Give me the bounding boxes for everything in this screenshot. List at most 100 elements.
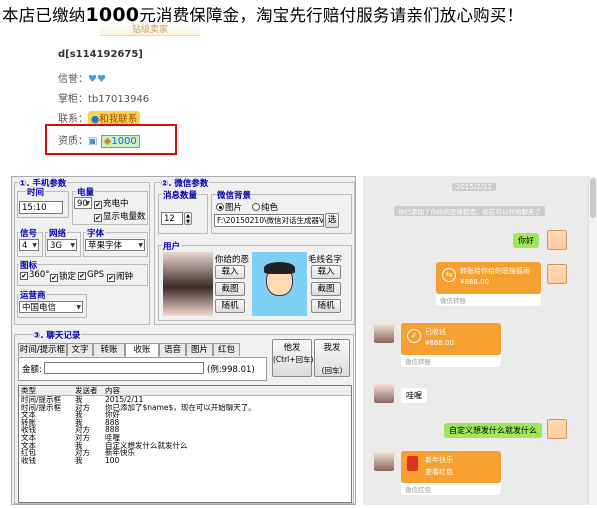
redpacket-foot: 微信红包 xyxy=(401,483,501,495)
table-row[interactable]: 收钱 我 100 xyxy=(19,457,351,465)
font-select[interactable]: 苹果字体 xyxy=(85,239,145,251)
battery-select[interactable]: 90 xyxy=(74,197,92,209)
unread-spinner[interactable]: ▲ ▼ xyxy=(184,212,192,225)
scrollbar-thumb[interactable] xyxy=(590,178,596,218)
chat-records-title: ③. 聊天记录 xyxy=(32,329,82,341)
unread-label: 消息数量 xyxy=(162,189,199,201)
cell-sender: 我 xyxy=(75,455,83,465)
signal-label: 信号 xyxy=(19,227,39,239)
choose-file-button[interactable]: 选 xyxy=(325,213,339,228)
check-icon: ✔ xyxy=(94,201,102,209)
seller-level-banner: 钻级卖家 xyxy=(100,22,200,36)
my-load-button[interactable]: 载入 xyxy=(311,265,341,279)
partner-load-button[interactable]: 载入 xyxy=(215,265,245,279)
icon-360-checkbox[interactable]: ✔ 360° xyxy=(20,270,49,280)
cell-type: 收钱 xyxy=(21,455,36,465)
system-notice: 你已添加了你给的恶搜狐雨，现在可以开始聊天了 xyxy=(394,206,545,216)
my-screenshot-button[interactable]: 截图 xyxy=(311,282,341,296)
contact-button[interactable]: ●和我联系 xyxy=(88,111,141,125)
tab-text[interactable]: 文字 xyxy=(67,343,93,356)
partner-name-label: 你给的恶 xyxy=(215,255,250,265)
shopkeeper-row: 掌柜：tb17013946 xyxy=(58,94,150,105)
my-name-label: 毛线名字 xyxy=(308,255,343,265)
hair-icon xyxy=(264,262,295,274)
amount-hint: (例:998.01) xyxy=(207,365,255,375)
table-body: 时间/提示框我 2015/2/11 时间/提示框 对方 你已添加了$name$，现在可以… xyxy=(19,396,351,464)
tab-transfer[interactable]: 转账 xyxy=(93,343,125,356)
partner-avatar-icon xyxy=(374,451,394,471)
check-icon: ✔ xyxy=(94,214,102,222)
heart-icon: ♥♥ xyxy=(88,74,106,85)
carrier-label: 运营商 xyxy=(19,289,47,301)
send-other-button[interactable]: 他发 (Ctrl+回车) xyxy=(272,339,313,377)
table-row[interactable]: 文本我自定义想发什么就发什么 xyxy=(19,441,351,450)
amount-label: 金额: xyxy=(22,365,42,375)
partner-screenshot-button[interactable]: 截图 xyxy=(215,282,245,296)
cell-content: 100 xyxy=(105,455,120,465)
bg-solid-radio[interactable]: 纯色 xyxy=(252,201,278,213)
date-stamp: 2015/2/11 xyxy=(452,183,496,191)
chat-record-table[interactable]: 类型 发送者 内容 时间/提示框我 2015/2/11 时间/提示框 对方 你已添加了$… xyxy=(18,385,352,503)
icon-lock-checkbox[interactable]: ✔ 锁定 xyxy=(50,270,76,282)
shopkeeper-name[interactable]: tb17013946 xyxy=(88,94,149,105)
highlight-box xyxy=(45,124,177,155)
background-label: 微信背景 xyxy=(216,189,253,201)
network-label: 网络 xyxy=(48,227,68,239)
contact-row: 联系： ●和我联系 xyxy=(58,110,141,125)
wechat-generator-window: ①. 手机参数 时间 15:10 电量 90 ✔充电中 ✔显示电量数 信号 4 … xyxy=(11,176,356,505)
network-select[interactable]: 3G xyxy=(47,239,77,251)
icon-alarm-checkbox[interactable]: ✔ 闹钟 xyxy=(107,270,133,282)
tab-redpacket[interactable]: 红包 xyxy=(213,343,240,356)
tab-image[interactable]: 图片 xyxy=(186,343,213,356)
carrier-select[interactable]: 中国电信 xyxy=(19,301,83,313)
table-row[interactable]: 收钱 对方 888 xyxy=(19,426,351,434)
bg-path-input[interactable]: F:\20150210\微信对话生成器V xyxy=(214,214,324,227)
tab-receive[interactable]: 收账 xyxy=(125,343,159,357)
unread-input[interactable]: 12 xyxy=(161,212,183,225)
table-row[interactable]: 文本我你好 xyxy=(19,411,351,419)
transfer-foot-me: 微信转账 xyxy=(436,294,541,306)
my-avatar xyxy=(252,252,307,316)
partner-avatar-icon xyxy=(374,323,394,343)
check-circle-icon: ✓ xyxy=(407,329,421,343)
tab-time-tip[interactable]: 时间/提示框 xyxy=(18,343,67,356)
show-battery-checkbox[interactable]: ✔ 显示电量数 xyxy=(94,210,146,222)
received-card: ✓ 已收钱 ¥888.00 xyxy=(401,323,501,355)
table-row[interactable]: 红包 对方 新年快乐 xyxy=(19,449,351,457)
font-label: 字体 xyxy=(86,227,106,239)
amount-input[interactable] xyxy=(44,362,204,374)
wechat-params-title: ②. 微信参数 xyxy=(160,177,210,189)
redpacket-card: 新年快乐 查看红包 xyxy=(401,451,501,483)
table-row[interactable]: 转账我 888 xyxy=(19,419,351,427)
tab-voice[interactable]: 语音 xyxy=(159,343,186,356)
my-avatar-icon xyxy=(547,230,567,250)
bg-image-radio[interactable]: 图片 xyxy=(216,201,242,213)
my-avatar-icon xyxy=(547,419,567,439)
partner-random-button[interactable]: 随机 xyxy=(215,299,245,313)
transfer-card-me: ⇆ 转账给你给的恶搜狐雨 ¥888.00 xyxy=(436,262,541,294)
send-me-button[interactable]: 我发 (回车) xyxy=(314,339,350,377)
message-custom: 自定义想发什么就发什么 xyxy=(444,423,542,438)
record-tabs: 时间/提示框 文字 转账 收账 语音 图片 红包 xyxy=(18,343,268,357)
credit-row: 信誉：♥♥ xyxy=(58,74,106,85)
redpacket-icon xyxy=(407,456,418,471)
time-input[interactable]: 15:10 xyxy=(19,201,63,214)
table-row[interactable]: 时间/提示框 对方 你已添加了$name$，现在可以开始聊天了。 xyxy=(19,402,351,412)
seller-name: d[s114192675] xyxy=(58,49,143,60)
charging-checkbox[interactable]: ✔ 充电中 xyxy=(94,197,129,209)
table-header: 类型 发送者 内容 xyxy=(19,386,351,396)
chat-preview: 2015/2/11 你已添加了你给的恶搜狐雨，现在可以开始聊天了 你好 ⇆ 转账… xyxy=(363,176,597,505)
user-label: 用户 xyxy=(162,240,182,252)
message-hello: 你好 xyxy=(513,233,539,248)
received-foot: 微信转账 xyxy=(401,355,501,367)
time-label: 时间 xyxy=(26,186,46,198)
message-wow: 哇喔 xyxy=(401,388,427,403)
partner-avatar xyxy=(163,252,213,316)
signal-select[interactable]: 4 xyxy=(19,239,39,251)
cell-content: 你已添加了$name$，现在可以开始聊天了。 xyxy=(105,402,256,412)
partner-avatar-icon xyxy=(374,383,394,403)
my-avatar-icon xyxy=(547,264,567,284)
my-random-button[interactable]: 随机 xyxy=(311,299,341,313)
icon-gps-checkbox[interactable]: ✔ GPS xyxy=(78,270,104,280)
scrollbar[interactable] xyxy=(588,176,597,505)
